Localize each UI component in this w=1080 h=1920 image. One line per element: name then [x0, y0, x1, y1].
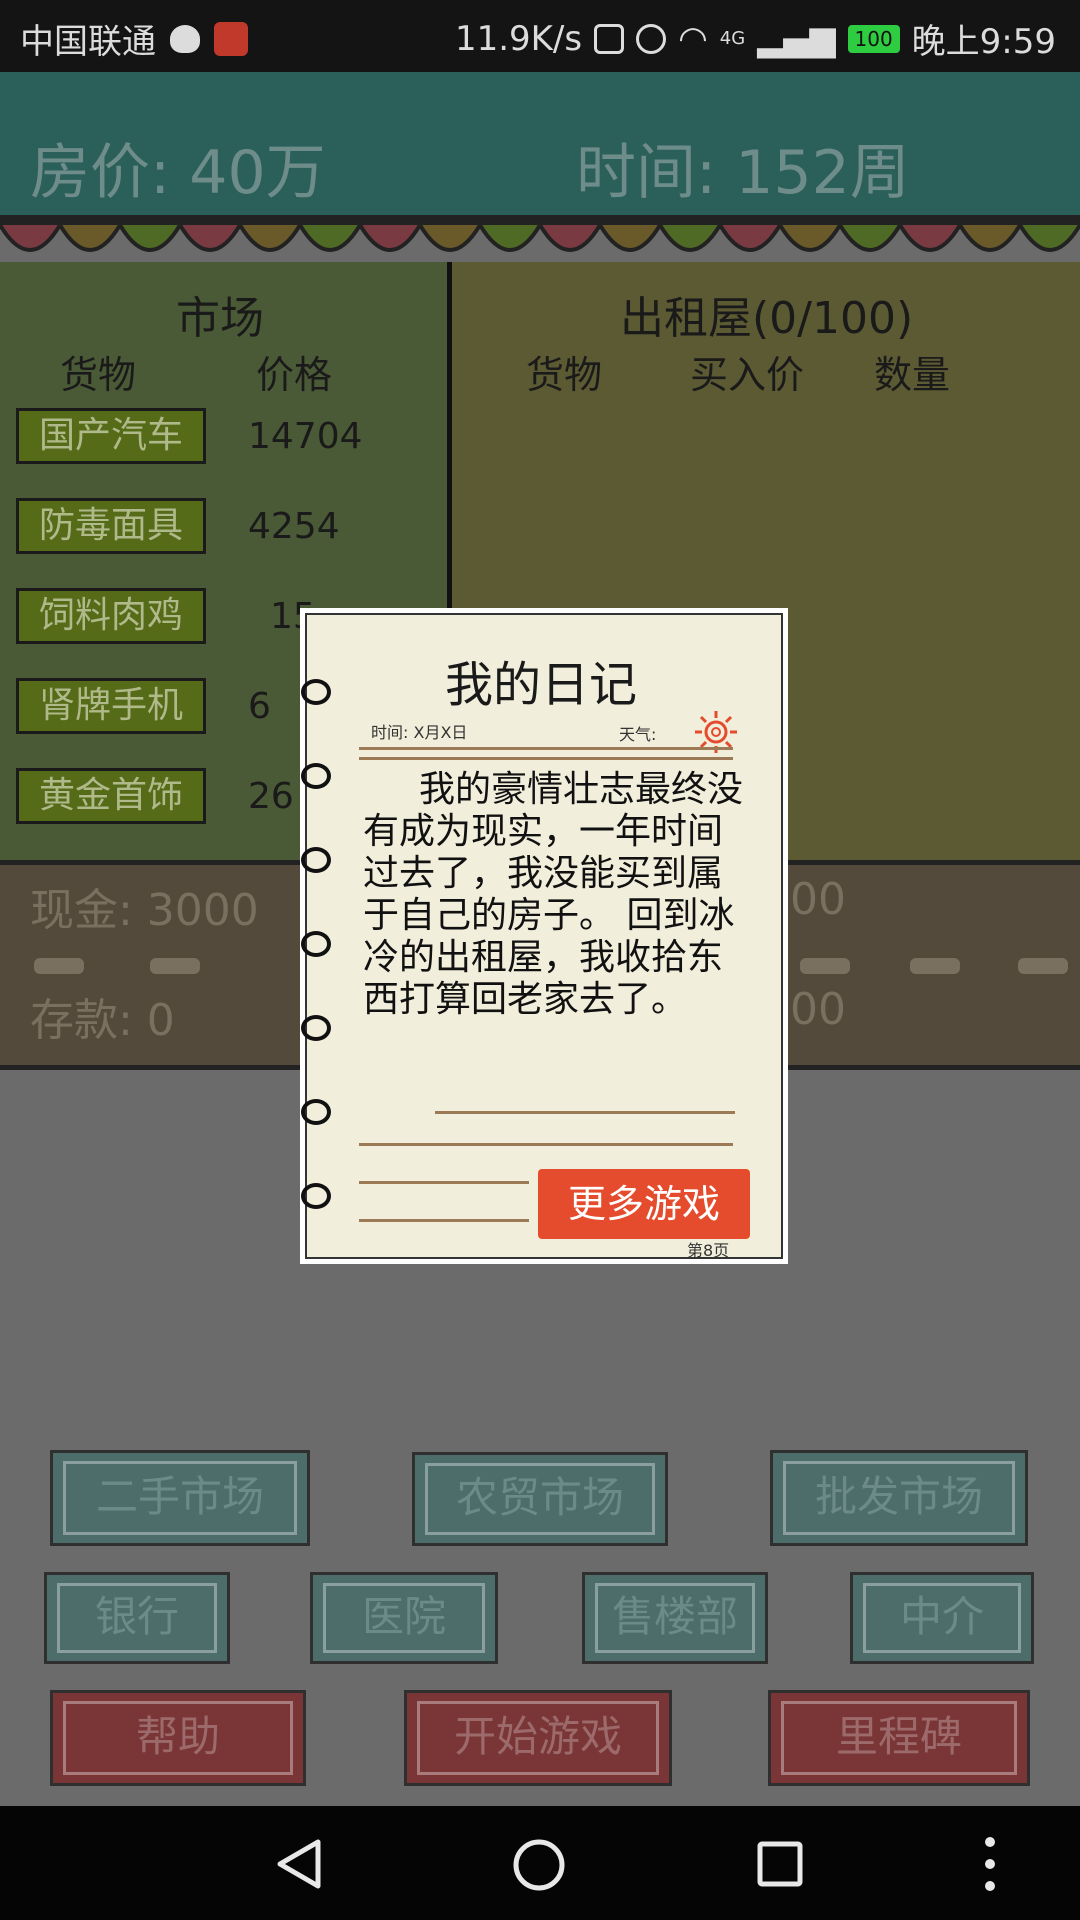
- milestone-button[interactable]: 里程碑: [768, 1690, 1030, 1786]
- bank-button[interactable]: 银行: [44, 1572, 230, 1664]
- button-frame: [595, 1583, 755, 1653]
- button-frame: [63, 1461, 297, 1535]
- wifi-icon: ◠: [678, 18, 708, 59]
- good-price: 6: [248, 686, 271, 727]
- game-header: 房价: 40万 时间: 152周: [0, 72, 1080, 222]
- network-speed: 11.9K/s: [454, 18, 583, 59]
- button-frame: [425, 1463, 655, 1535]
- sales-office-button[interactable]: 售楼部: [582, 1572, 768, 1664]
- good-price: 26: [248, 776, 294, 817]
- road-dash: [910, 958, 960, 974]
- button-frame: [863, 1583, 1021, 1653]
- diary-title: 我的日记: [445, 657, 638, 713]
- button-frame: [63, 1701, 293, 1775]
- signal-icon: ▂▄▆: [757, 18, 836, 59]
- rental-title: 出租屋(0/100): [620, 293, 914, 344]
- carrier-label: 中国联通: [20, 22, 156, 62]
- market-col-price: 价格: [256, 353, 333, 397]
- button-frame: [781, 1701, 1017, 1775]
- network-type: 4G: [719, 28, 746, 49]
- more-games-button[interactable]: 更多游戏: [538, 1169, 750, 1239]
- diary-rule: [359, 757, 733, 760]
- road-dash: [1018, 958, 1068, 974]
- binder-ring-icon: [301, 1015, 331, 1041]
- binder-ring-icon: [301, 847, 331, 873]
- diary-rule: [359, 1181, 529, 1184]
- help-button[interactable]: 帮助: [50, 1690, 306, 1786]
- status-time: 晚上9:59: [911, 22, 1056, 62]
- cash-label: 现金: 3000: [30, 885, 259, 936]
- diary-rule: [359, 1219, 529, 1222]
- finance-right-top: 00: [790, 874, 846, 925]
- good-button-car[interactable]: 国产汽车: [16, 408, 206, 464]
- app-notification-icon: [214, 21, 248, 56]
- diary-rule: [435, 1111, 735, 1114]
- rental-col-buy-price: 买入价: [690, 353, 805, 397]
- status-bar: 中国联通 11.9K/s ◠ 4G ▂▄▆ 100 晚上9:59: [0, 0, 1080, 72]
- status-left: 中国联通: [20, 14, 248, 63]
- binder-ring-icon: [301, 1099, 331, 1125]
- good-button-phone[interactable]: 肾牌手机: [16, 678, 206, 734]
- agent-button[interactable]: 中介: [850, 1572, 1034, 1664]
- hospital-button[interactable]: 医院: [310, 1572, 498, 1664]
- road-dash: [150, 958, 200, 974]
- week-counter: 时间: 152周: [576, 138, 910, 208]
- finance-right-bottom: 00: [790, 984, 846, 1035]
- button-frame: [57, 1583, 217, 1653]
- diary-weather-label: 天气:: [619, 725, 657, 744]
- rental-col-goods: 货物: [526, 353, 603, 397]
- diary-page-number: 第8页: [687, 1241, 730, 1260]
- diary-date: 时间: X月X日: [371, 723, 468, 742]
- battery-icon: 100: [847, 24, 900, 53]
- good-price: 4254: [248, 506, 340, 547]
- button-frame: [417, 1701, 659, 1775]
- system-nav-bar: [0, 1806, 1080, 1920]
- binder-ring-icon: [301, 679, 331, 705]
- back-icon[interactable]: [274, 1838, 324, 1890]
- binder-ring-icon: [301, 763, 331, 789]
- house-price: 房价: 40万: [30, 138, 326, 208]
- good-button-chicken[interactable]: 饲料肉鸡: [16, 588, 206, 644]
- road-dash: [800, 958, 850, 974]
- diary-rule: [359, 747, 733, 750]
- button-frame: [323, 1583, 485, 1653]
- road-dash: [34, 958, 84, 974]
- start-game-button[interactable]: 开始游戏: [404, 1690, 672, 1786]
- status-right: 11.9K/s ◠ 4G ▂▄▆ 100 晚上9:59: [455, 14, 1056, 63]
- wholesale-market-button[interactable]: 批发市场: [770, 1450, 1028, 1546]
- good-button-gas-mask[interactable]: 防毒面具: [16, 498, 206, 554]
- good-price: 14704: [248, 416, 363, 457]
- deposit-label: 存款: 0: [30, 995, 175, 1046]
- button-frame: [783, 1461, 1015, 1535]
- home-icon[interactable]: [512, 1838, 566, 1892]
- diary-rule: [359, 1143, 733, 1146]
- farm-market-button[interactable]: 农贸市场: [412, 1452, 668, 1546]
- alarm-icon: [636, 23, 667, 54]
- binder-ring-icon: [301, 1183, 331, 1209]
- vibrate-icon: [594, 23, 625, 54]
- diary-body: 我的豪情壮志最终没有成为现实，一年时间过去了，我没能买到属于自己的房子。 回到冰…: [363, 769, 744, 1020]
- market-title: 市场: [176, 293, 264, 344]
- second-hand-market-button[interactable]: 二手市场: [50, 1450, 310, 1546]
- recents-icon[interactable]: [756, 1840, 804, 1888]
- market-col-goods: 货物: [60, 353, 137, 397]
- more-options-icon[interactable]: [980, 1836, 1000, 1892]
- rental-col-qty: 数量: [874, 353, 951, 397]
- good-button-jewelry[interactable]: 黄金首饰: [16, 768, 206, 824]
- diary-dialog: 我的日记 时间: X月X日 天气: 我的豪情壮志最终没有成为现实，一年时间过去了…: [300, 608, 788, 1264]
- binder-ring-icon: [301, 931, 331, 957]
- health-icon: [170, 24, 200, 53]
